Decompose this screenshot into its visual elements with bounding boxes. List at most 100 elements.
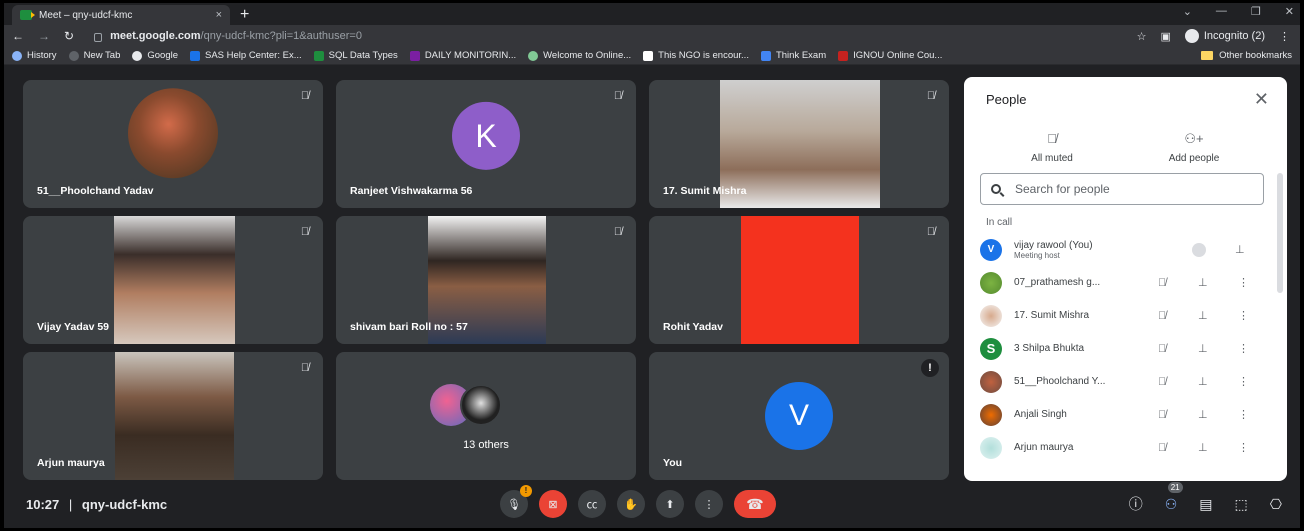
mic-icon: 🎙 (507, 498, 521, 511)
bookmark-sas[interactable]: SAS Help Center: Ex... (190, 50, 302, 61)
pin-icon[interactable]: ⊥ (1198, 441, 1208, 454)
bookmark-history[interactable]: History (12, 50, 57, 61)
participant-tile[interactable]: 🎙̸ Vijay Yadav 59 (23, 216, 323, 344)
pin-icon[interactable]: ⊥ (1235, 243, 1245, 256)
avatar (460, 384, 502, 426)
mic-off-icon: 🎙̸ (1158, 276, 1167, 289)
more-options-icon: ⋮ (703, 498, 715, 511)
camera-off-button[interactable]: ⊠ (539, 490, 567, 518)
participant-tile[interactable]: 🎙̸ Arjun maurya (23, 352, 323, 480)
more-options-button[interactable]: ⋮ (695, 490, 723, 518)
leave-call-button[interactable]: ☎ (734, 490, 776, 518)
bookmark-google[interactable]: Google (132, 50, 178, 61)
captions-button[interactable]: ㏄ (578, 490, 606, 518)
meeting-controls: 10:27 | qny-udcf-kmc 🎙 ! ⊠ ㏄ ✋ ⬆ ⋮ ☎ ⓘ 2… (4, 480, 1300, 528)
bookmark-new-tab[interactable]: New Tab (68, 50, 120, 61)
chat-icon: ▤ (1199, 495, 1213, 512)
mic-warning-badge: ! (520, 485, 532, 497)
address-bar[interactable]: meet.google.com /qny-udcf-kmc?pli=1&auth… (94, 30, 362, 42)
close-icon[interactable]: ✕ (1254, 89, 1269, 110)
pin-icon[interactable]: ⊥ (1198, 309, 1208, 322)
scrollbar[interactable] (1277, 173, 1283, 293)
chat-button[interactable]: ▤ (1199, 496, 1212, 513)
forward-icon[interactable]: → (38, 29, 50, 43)
participant-tile-others[interactable]: 13 others (336, 352, 636, 480)
menu-icon[interactable]: ⋮ (1279, 30, 1290, 43)
tab-search-icon[interactable]: ⌄ (1183, 5, 1192, 18)
list-item[interactable]: Arjun maurya 🎙̸ ⊥ ⋮ (980, 431, 1270, 464)
more-options-icon[interactable]: ⋮ (1238, 309, 1249, 322)
star-icon[interactable]: ☆ (1137, 30, 1147, 43)
incognito-icon (1184, 29, 1199, 43)
tile-name: shivam bari Roll no : 57 (350, 321, 468, 333)
speaking-indicator-icon (1192, 242, 1206, 257)
info-icon: ⓘ (1128, 496, 1143, 512)
participant-tile[interactable]: 🎙̸ shivam bari Roll no : 57 (336, 216, 636, 344)
participant-tile[interactable]: 🎙̸ 17. Sumit Mishra (649, 80, 949, 208)
participant-name: Arjun maurya (1014, 442, 1074, 453)
all-muted-button[interactable]: 🎙̸ All muted (1002, 131, 1102, 164)
list-item[interactable]: 17. Sumit Mishra 🎙̸ ⊥ ⋮ (980, 299, 1270, 332)
participant-list: V vijay rawool (You) Meeting host ⊥ 07_p… (980, 233, 1270, 464)
more-options-icon[interactable]: ⋮ (1238, 375, 1249, 388)
pin-icon[interactable]: ⊥ (1198, 342, 1208, 355)
list-item[interactable]: V vijay rawool (You) Meeting host ⊥ (980, 233, 1270, 266)
tab-meet[interactable]: Meet – qny-udcf-kmc × (12, 5, 230, 25)
back-icon[interactable]: ← (12, 29, 24, 43)
more-options-icon[interactable]: ⋮ (1238, 441, 1249, 454)
host-controls-button[interactable]: ⎔ (1270, 496, 1282, 513)
people-button[interactable]: 21 ⚇ (1165, 481, 1183, 513)
avatar (980, 271, 1002, 294)
more-options-icon[interactable]: ⋮ (1238, 276, 1249, 289)
list-item[interactable]: S 3 Shilpa Bhukta 🎙̸ ⊥ ⋮ (980, 332, 1270, 365)
mic-off-icon: 🎙̸ (1158, 408, 1167, 421)
more-options-icon[interactable]: ⋮ (1238, 342, 1249, 355)
add-people-button[interactable]: ⚇+ Add people (1144, 131, 1244, 164)
list-item[interactable]: Anjali Singh 🎙̸ ⊥ ⋮ (980, 398, 1270, 431)
tab-title: Meet – qny-udcf-kmc (39, 9, 133, 21)
microphone-button[interactable]: 🎙 ! (500, 485, 532, 518)
minimize-icon[interactable]: — (1216, 5, 1227, 18)
search-input[interactable]: Search for people (980, 173, 1264, 205)
tab-bar: Meet – qny-udcf-kmc × + ⌄ — ❐ ✕ (4, 3, 1300, 25)
bookmark-daily[interactable]: DAILY MONITORIN... (409, 50, 516, 61)
bookmark-sql[interactable]: SQL Data Types (313, 50, 398, 61)
bookmark-welcome[interactable]: Welcome to Online... (528, 50, 631, 61)
mic-off-icon: 🎙̸ (926, 226, 936, 238)
meeting-stage: 🎙̸ 51__Phoolchand Yadav K 🎙̸ Ranjeet Vis… (4, 65, 1300, 528)
shapes-icon: ⬚ (1234, 495, 1248, 512)
pin-icon[interactable]: ⊥ (1198, 408, 1208, 421)
list-item[interactable]: 07_prathamesh g... 🎙̸ ⊥ ⋮ (980, 266, 1270, 299)
incognito-indicator[interactable]: Incognito (2) (1184, 29, 1265, 43)
participant-tile[interactable]: 🎙̸ Rohit Yadav (649, 216, 949, 344)
bookmark-ignou[interactable]: IGNOU Online Cou... (838, 50, 942, 61)
browser-window: Meet – qny-udcf-kmc × + ⌄ — ❐ ✕ ← → ↻ me… (4, 3, 1300, 528)
tab-close-icon[interactable]: × (216, 9, 222, 21)
restore-icon[interactable]: ❐ (1251, 5, 1261, 18)
search-placeholder: Search for people (1015, 182, 1110, 196)
meeting-details-button[interactable]: ⓘ (1129, 494, 1143, 514)
raise-hand-button[interactable]: ✋ (617, 490, 645, 518)
side-panel-icon[interactable]: ▣ (1160, 30, 1170, 43)
participant-tile[interactable]: 🎙̸ 51__Phoolchand Yadav (23, 80, 323, 208)
mic-off-icon: 🎙̸ (1158, 342, 1167, 355)
other-bookmarks[interactable]: Other bookmarks (1201, 50, 1292, 61)
people-count-badge: 21 (1167, 481, 1183, 493)
present-button[interactable]: ⬆ (656, 490, 684, 518)
list-item[interactable]: 51__Phoolchand Y... 🎙̸ ⊥ ⋮ (980, 365, 1270, 398)
meeting-info: 10:27 | qny-udcf-kmc (26, 497, 167, 512)
activities-button[interactable]: ⬚ (1235, 496, 1248, 513)
close-window-icon[interactable]: ✕ (1285, 5, 1294, 18)
self-tile[interactable]: V ! You (649, 352, 949, 480)
pin-icon[interactable]: ⊥ (1198, 276, 1208, 289)
new-tab-button[interactable]: + (240, 6, 249, 24)
bookmark-ngo[interactable]: This NGO is encour... (643, 50, 749, 61)
avatar: S (980, 337, 1002, 360)
pin-icon[interactable]: ⊥ (1198, 375, 1208, 388)
window-controls: ⌄ — ❐ ✕ (1183, 5, 1294, 18)
reload-icon[interactable]: ↻ (64, 29, 74, 43)
participant-tile[interactable]: K 🎙̸ Ranjeet Vishwakarma 56 (336, 80, 636, 208)
alert-icon[interactable]: ! (921, 359, 939, 377)
bookmark-think-exam[interactable]: Think Exam (760, 50, 826, 61)
more-options-icon[interactable]: ⋮ (1238, 408, 1249, 421)
